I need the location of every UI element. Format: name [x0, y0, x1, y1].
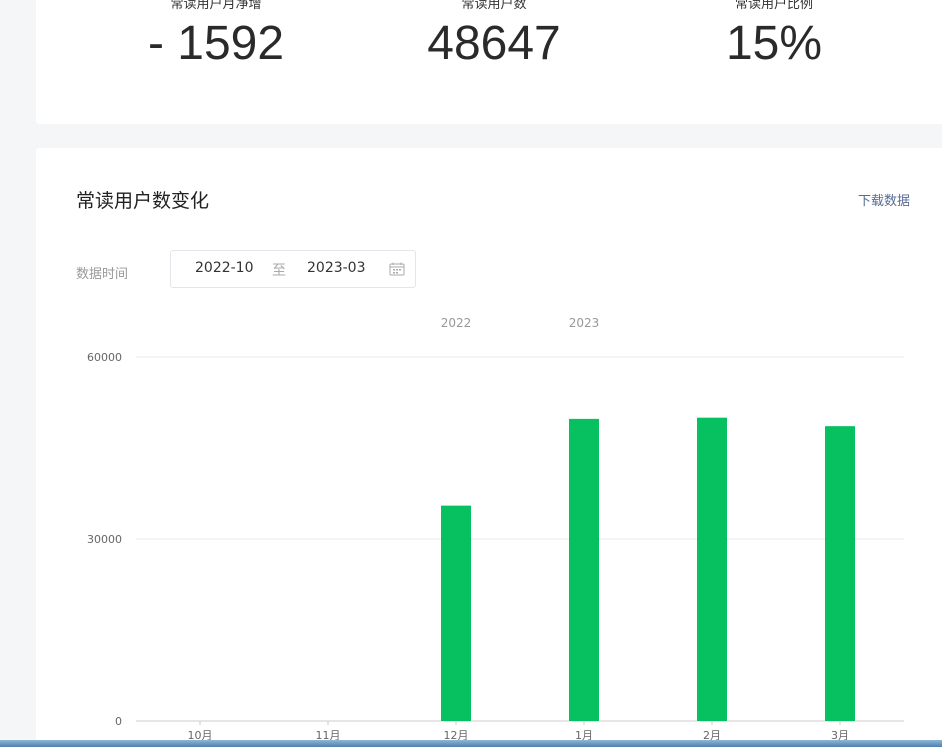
bar — [441, 505, 471, 721]
year-label: 2023 — [569, 316, 600, 330]
bar-chart: 0300006000010月 11月 12月 1月 2月 3月2022 2023 — [87, 316, 904, 742]
stat-net-growth: 常读用户月净增 - 1592 — [86, 0, 346, 72]
stat-label: 常读用户月净增 — [170, 0, 262, 12]
stat-user-ratio: 常读用户比例 15% — [644, 0, 904, 72]
bar — [697, 417, 727, 721]
page: 常读用户月净增 - 1592 常读用户数 48647 常读用户比例 15% 常读… — [0, 0, 942, 747]
stats-card: 常读用户月净增 - 1592 常读用户数 48647 常读用户比例 15% — [36, 0, 942, 124]
taskbar — [0, 740, 942, 747]
stat-label: 常读用户比例 — [734, 0, 813, 12]
y-tick-label: 0 — [115, 715, 122, 728]
y-tick-label: 60000 — [87, 351, 122, 364]
stat-label: 常读用户数 — [461, 0, 527, 12]
bar — [569, 418, 599, 721]
stat-value: - 1592 — [147, 17, 285, 70]
bar — [825, 426, 855, 721]
stat-value: 48647 — [427, 17, 561, 70]
stat-user-count: 常读用户数 48647 — [364, 0, 624, 72]
year-label: 2022 — [441, 316, 472, 330]
chart-card: 常读用户数变化 下载数据 数据时间 2022-10 至 2023-03 0 300… — [36, 148, 942, 747]
stat-value: 15% — [725, 17, 823, 70]
y-tick-label: 30000 — [87, 533, 122, 546]
